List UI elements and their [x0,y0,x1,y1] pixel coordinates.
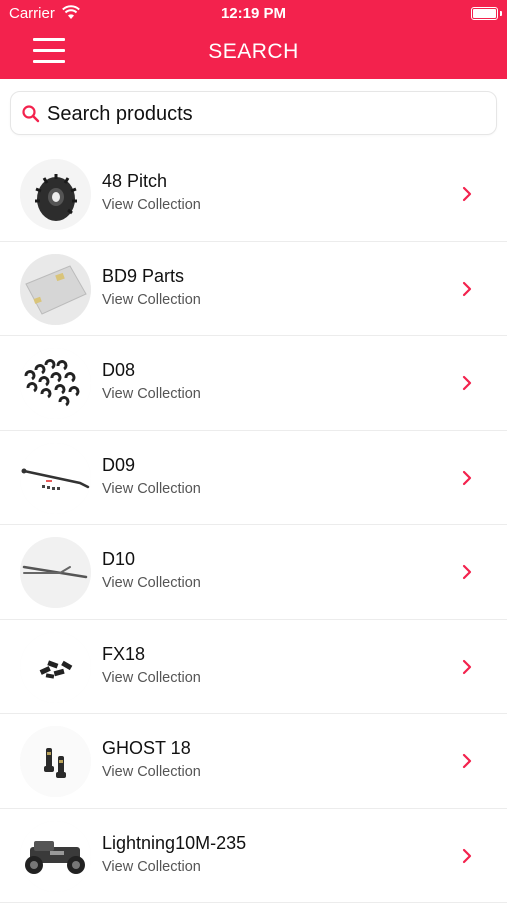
collection-subtitle: View Collection [102,575,201,591]
collection-title: D09 [102,455,135,476]
collection-subtitle: View Collection [102,292,201,308]
e-clips-thumbnail [20,348,91,419]
rod-thumbnail [20,443,91,514]
list-item[interactable]: D10 View Collection [0,525,507,620]
navigation-bar: Carrier 12:19 PM SEARCH [0,0,507,79]
page-title: SEARCH [0,40,507,64]
tool-thumbnail [20,537,91,608]
search-icon [21,104,41,124]
list-item[interactable]: GHOST 18 View Collection [0,714,507,809]
collection-title: FX18 [102,644,145,665]
collection-subtitle: View Collection [102,197,201,213]
list-item[interactable]: BD9 Parts View Collection [0,242,507,337]
posts-thumbnail [20,726,91,797]
collection-title: GHOST 18 [102,738,191,759]
chevron-right-icon [461,280,473,298]
battery-icon [471,7,498,20]
list-item[interactable]: D09 View Collection [0,431,507,526]
chevron-right-icon [461,847,473,865]
screws-thumbnail [20,632,91,703]
collection-subtitle: View Collection [102,859,201,875]
chevron-right-icon [461,374,473,392]
chevron-right-icon [461,563,473,581]
chevron-right-icon [461,185,473,203]
search-input[interactable] [47,98,487,130]
search-bar[interactable] [10,91,497,135]
list-item[interactable]: 48 Pitch View Collection [0,147,507,242]
collection-list: 48 Pitch View Collection BD9 Parts View … [0,147,507,903]
list-item[interactable]: D08 View Collection [0,336,507,431]
chevron-right-icon [461,469,473,487]
collection-subtitle: View Collection [102,670,201,686]
collection-subtitle: View Collection [102,481,201,497]
collection-title: D10 [102,549,135,570]
gear-thumbnail [20,159,91,230]
collection-title: D08 [102,360,135,381]
list-item[interactable]: Lightning10M-235 View Collection [0,809,507,903]
list-item[interactable]: FX18 View Collection [0,620,507,715]
car-thumbnail [20,821,91,892]
status-bar: Carrier 12:19 PM [0,0,507,28]
chevron-right-icon [461,752,473,770]
collection-title: BD9 Parts [102,266,184,287]
collection-subtitle: View Collection [102,386,201,402]
collection-title: Lightning10M-235 [102,833,246,854]
plate-thumbnail [20,254,91,325]
status-time: 12:19 PM [0,5,507,22]
collection-subtitle: View Collection [102,764,201,780]
collection-title: 48 Pitch [102,171,167,192]
chevron-right-icon [461,658,473,676]
